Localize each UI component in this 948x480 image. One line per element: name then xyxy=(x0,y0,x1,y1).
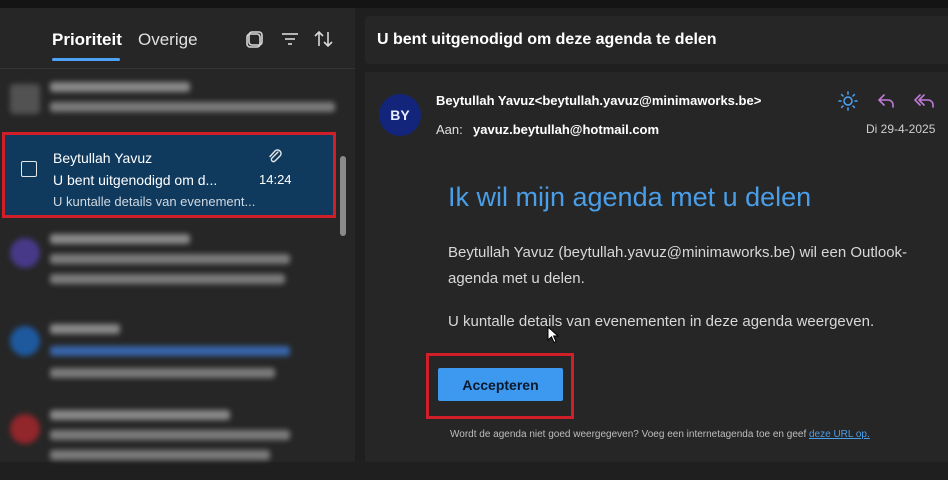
avatar xyxy=(10,414,40,444)
email-to[interactable]: yavuz.beytullah@hotmail.com xyxy=(473,122,659,137)
footer-note: Wordt de agenda niet goed weergegeven? V… xyxy=(450,429,870,440)
selected-message[interactable]: Beytullah Yavuz U bent uitgenodigd om d.… xyxy=(2,132,336,218)
blurred-line xyxy=(50,234,190,244)
blurred-line xyxy=(50,368,275,378)
blurred-line xyxy=(50,410,230,420)
blurred-line xyxy=(50,450,270,460)
avatar xyxy=(10,326,40,356)
active-tab-indicator xyxy=(52,58,120,61)
tab-other[interactable]: Overige xyxy=(138,30,198,50)
blurred-line xyxy=(50,102,335,112)
url-link[interactable]: deze URL op. xyxy=(809,429,870,440)
invite-paragraph: Beytullah Yavuz (beytullah.yavuz@minimaw… xyxy=(448,244,908,287)
message-time: 14:24 xyxy=(259,172,292,187)
accept-highlight: Accepteren xyxy=(426,353,574,419)
list-scrollbar[interactable] xyxy=(340,156,346,236)
sun-icon[interactable] xyxy=(837,90,859,112)
tabs-divider xyxy=(0,68,355,69)
mouse-cursor-icon xyxy=(547,326,559,344)
filter-icon[interactable] xyxy=(279,28,301,50)
message-preview: U kuntalle details van evenement... xyxy=(53,194,256,209)
message-sender: Beytullah Yavuz xyxy=(53,150,153,166)
invite-heading: Ik wil mijn agenda met u delen xyxy=(448,182,812,212)
sort-icon[interactable] xyxy=(313,28,335,50)
blurred-line xyxy=(50,346,290,356)
reply-icon[interactable] xyxy=(875,90,897,112)
list-item[interactable] xyxy=(0,226,340,304)
blurred-line xyxy=(50,82,190,92)
email-from[interactable]: Beytullah Yavuz<beytullah.yavuz@minimawo… xyxy=(436,93,761,108)
accept-button[interactable]: Accepteren xyxy=(438,368,563,401)
list-item[interactable] xyxy=(0,402,340,480)
blurred-line xyxy=(50,274,285,284)
invite-paragraph-2: U kuntalle details van evenementen in de… xyxy=(448,313,875,330)
to-label: Aan: xyxy=(436,122,463,137)
message-subject: U bent uitgenodigd om d... xyxy=(53,172,218,188)
avatar xyxy=(10,84,40,114)
message-checkbox[interactable] xyxy=(21,161,37,177)
blurred-line xyxy=(50,430,290,440)
email-subject: U bent uitgenodigd om deze agenda te del… xyxy=(377,31,717,48)
footer-text: Wordt de agenda niet goed weergegeven? V… xyxy=(450,429,809,440)
select-all-icon[interactable] xyxy=(244,28,266,50)
sender-avatar[interactable]: BY xyxy=(379,94,421,136)
window-top-strip xyxy=(0,0,948,8)
list-item[interactable] xyxy=(0,314,340,392)
reading-pane: BY Beytullah Yavuz<beytullah.yavuz@minim… xyxy=(365,72,948,462)
blurred-line xyxy=(50,324,120,334)
avatar xyxy=(10,238,40,268)
paperclip-icon xyxy=(269,149,282,163)
tab-priority[interactable]: Prioriteit xyxy=(52,30,122,50)
blurred-line xyxy=(50,254,290,264)
reply-all-icon[interactable] xyxy=(914,90,936,112)
message-list-pane: Prioriteit Overige Beytullah Yavuz U ben… xyxy=(0,8,355,462)
reading-pane-header: U bent uitgenodigd om deze agenda te del… xyxy=(365,16,948,64)
email-date: Di 29-4-2025 xyxy=(866,122,936,136)
inbox-tabs: Prioriteit Overige xyxy=(0,8,355,68)
